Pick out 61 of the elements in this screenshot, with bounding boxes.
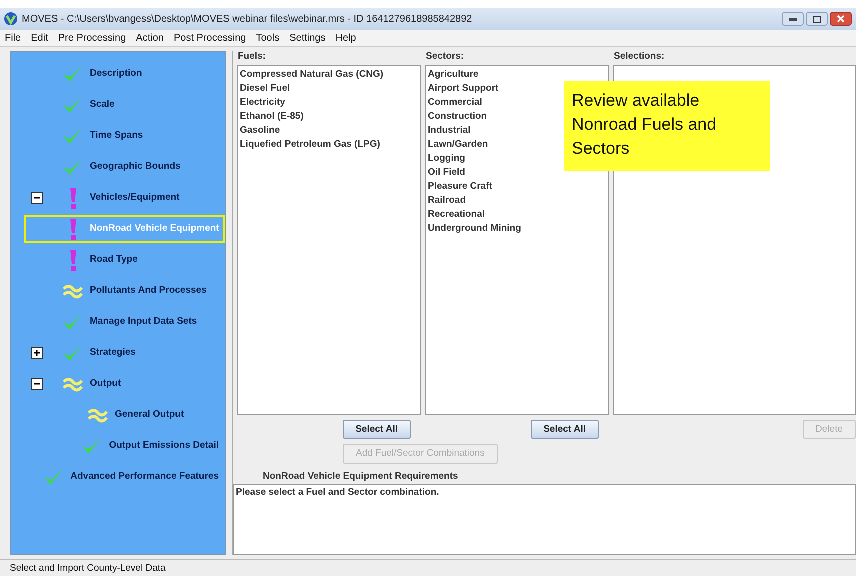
list-item[interactable]: Industrial: [428, 124, 471, 138]
tree-item[interactable]: Geographic Bounds: [56, 152, 187, 180]
column-label: Sectors:: [425, 51, 466, 64]
tree-item[interactable]: General Output: [81, 400, 190, 428]
collapse-icon[interactable]: [31, 192, 43, 204]
list-item[interactable]: Lawn/Garden: [428, 138, 488, 152]
tree-item[interactable]: Output Emissions Detail: [75, 432, 225, 460]
close-icon: [837, 15, 845, 23]
list-item[interactable]: Liquefied Petroleum Gas (LPG): [240, 138, 380, 152]
maximize-button[interactable]: [806, 12, 828, 26]
list-item[interactable]: Commercial: [428, 96, 482, 110]
list-item[interactable]: Gasoline: [240, 124, 280, 138]
menu-item[interactable]: File: [5, 32, 22, 44]
tree-item[interactable]: Strategies: [56, 338, 142, 366]
list-item[interactable]: Compressed Natural Gas (CNG): [240, 68, 384, 82]
list-item[interactable]: Construction: [428, 110, 488, 124]
list-item[interactable]: Underground Mining: [428, 222, 522, 236]
exclamation-icon: [70, 218, 77, 240]
list-item[interactable]: Airport Support: [428, 82, 499, 96]
column-label: Selections:: [613, 51, 666, 64]
menu-item[interactable]: Post Processing: [174, 32, 246, 44]
tree-item[interactable]: Manage Input Data Sets: [56, 308, 204, 336]
list-item[interactable]: Pleasure Craft: [428, 180, 492, 194]
tree-item[interactable]: Advanced Performance Features: [36, 462, 225, 490]
app-logo-icon: [4, 12, 18, 26]
column-label: Fuels:: [237, 51, 267, 64]
exclamation-icon: [70, 248, 77, 270]
menu-item[interactable]: Action: [136, 32, 164, 44]
status-text: Select and Import County-Level Data: [10, 562, 166, 574]
list-box[interactable]: Compressed Natural Gas (CNG) Diesel Fuel Electricity Ethanol (E-85) Gasoline Liquefied Petroleum Gas (LPG): [237, 65, 421, 415]
tree-item[interactable]: Output: [56, 370, 128, 398]
tree-item[interactable]: Vehicles/Equipment: [56, 184, 186, 212]
tree-item[interactable]: Scale: [56, 90, 121, 118]
tree-item[interactable]: Pollutants And Processes: [56, 276, 213, 304]
select-all-button[interactable]: Select All: [530, 420, 599, 438]
select-all-button[interactable]: Select All: [342, 420, 411, 438]
collapse-icon[interactable]: [31, 378, 43, 390]
requirements-message: Please select a Fuel and Sector combination.: [236, 487, 440, 498]
list-item[interactable]: Recreational: [428, 208, 486, 222]
tree-item[interactable]: Description: [56, 60, 148, 88]
exclamation-icon: [70, 186, 77, 208]
window-title: MOVES - C:\Users\bvangess\Desktop\MOVES webinar files\webinar.mrs - ID 1641279618985842892: [22, 14, 474, 24]
menu-item[interactable]: Edit: [31, 32, 48, 44]
list-item[interactable]: Logging: [428, 152, 466, 166]
menu-item[interactable]: Help: [336, 32, 356, 44]
list-item[interactable]: Electricity: [240, 96, 286, 110]
list-item[interactable]: Ethanol (E-85): [240, 110, 304, 124]
requirements-label: NonRoad Vehicle Equipment Requirements: [262, 471, 460, 484]
callout-tooltip: Review available Nonroad Fuels and Sectors: [564, 81, 770, 171]
menu-item[interactable]: Tools: [256, 32, 280, 44]
minimize-button[interactable]: [782, 12, 804, 26]
tree-item[interactable]: Time Spans: [56, 122, 150, 150]
menu-item[interactable]: Settings: [290, 32, 326, 44]
expand-icon[interactable]: [31, 346, 43, 358]
tree-item[interactable]: Road Type: [56, 246, 144, 274]
menu-item[interactable]: Pre Processing: [58, 32, 126, 44]
list-item[interactable]: Oil Field: [428, 166, 466, 180]
close-button[interactable]: [830, 12, 852, 26]
list-item[interactable]: Railroad: [428, 194, 466, 208]
list-item[interactable]: Diesel Fuel: [240, 82, 290, 96]
list-item[interactable]: Agriculture: [428, 68, 479, 82]
